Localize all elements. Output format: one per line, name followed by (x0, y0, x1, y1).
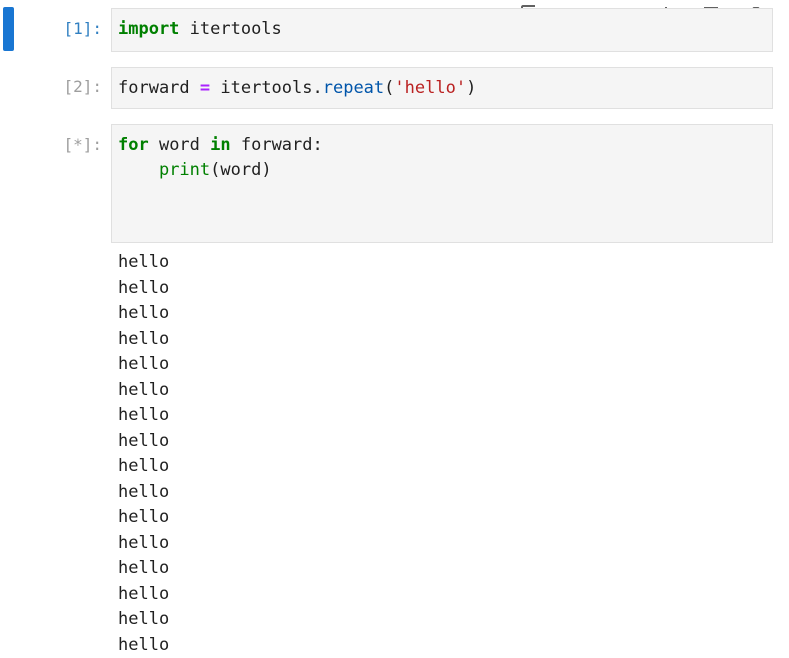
output-line: hello (118, 276, 778, 302)
code-editor[interactable]: for word in forward: print(word) (112, 125, 772, 192)
builtin-function: print (159, 160, 210, 180)
output-line: hello (118, 454, 778, 480)
keyword: import (118, 19, 179, 39)
cell-output: hello hello hello hello hello hello hell… (118, 250, 778, 658)
code-text: (word) (210, 160, 271, 180)
code-text: forward (118, 78, 200, 98)
code-cell-1[interactable]: import itertools (111, 8, 773, 52)
output-line: hello (118, 531, 778, 557)
output-line: hello (118, 403, 778, 429)
cell-prompt-1: [1]: (40, 19, 102, 39)
code-text: ( (384, 78, 394, 98)
output-line: hello (118, 352, 778, 378)
code-text: itertools (179, 19, 281, 39)
operator: = (200, 78, 210, 98)
code-text: ) (466, 78, 476, 98)
cell-prompt-2: [2]: (40, 77, 102, 97)
output-line: hello (118, 480, 778, 506)
code-text: itertools. (210, 78, 323, 98)
output-line: hello (118, 607, 778, 633)
code-text: word (149, 135, 210, 155)
output-line: hello (118, 378, 778, 404)
function-name: repeat (323, 78, 384, 98)
keyword: for (118, 135, 149, 155)
code-editor[interactable]: import itertools (112, 9, 772, 51)
output-line: hello (118, 250, 778, 276)
cell-prompt-3: [*]: (40, 135, 102, 155)
code-editor[interactable]: forward = itertools.repeat('hello') (112, 68, 772, 110)
output-line: hello (118, 582, 778, 608)
code-cell-3[interactable]: for word in forward: print(word) (111, 124, 773, 243)
output-line: hello (118, 327, 778, 353)
output-line: hello (118, 556, 778, 582)
code-cell-2[interactable]: forward = itertools.repeat('hello') (111, 67, 773, 109)
output-line: hello (118, 633, 778, 658)
output-line: hello (118, 505, 778, 531)
indent (118, 160, 159, 180)
output-line: hello (118, 301, 778, 327)
output-line: hello (118, 429, 778, 455)
active-cell-indicator (3, 7, 14, 51)
string-literal: 'hello' (394, 78, 466, 98)
keyword: in (210, 135, 230, 155)
code-text: forward: (231, 135, 323, 155)
